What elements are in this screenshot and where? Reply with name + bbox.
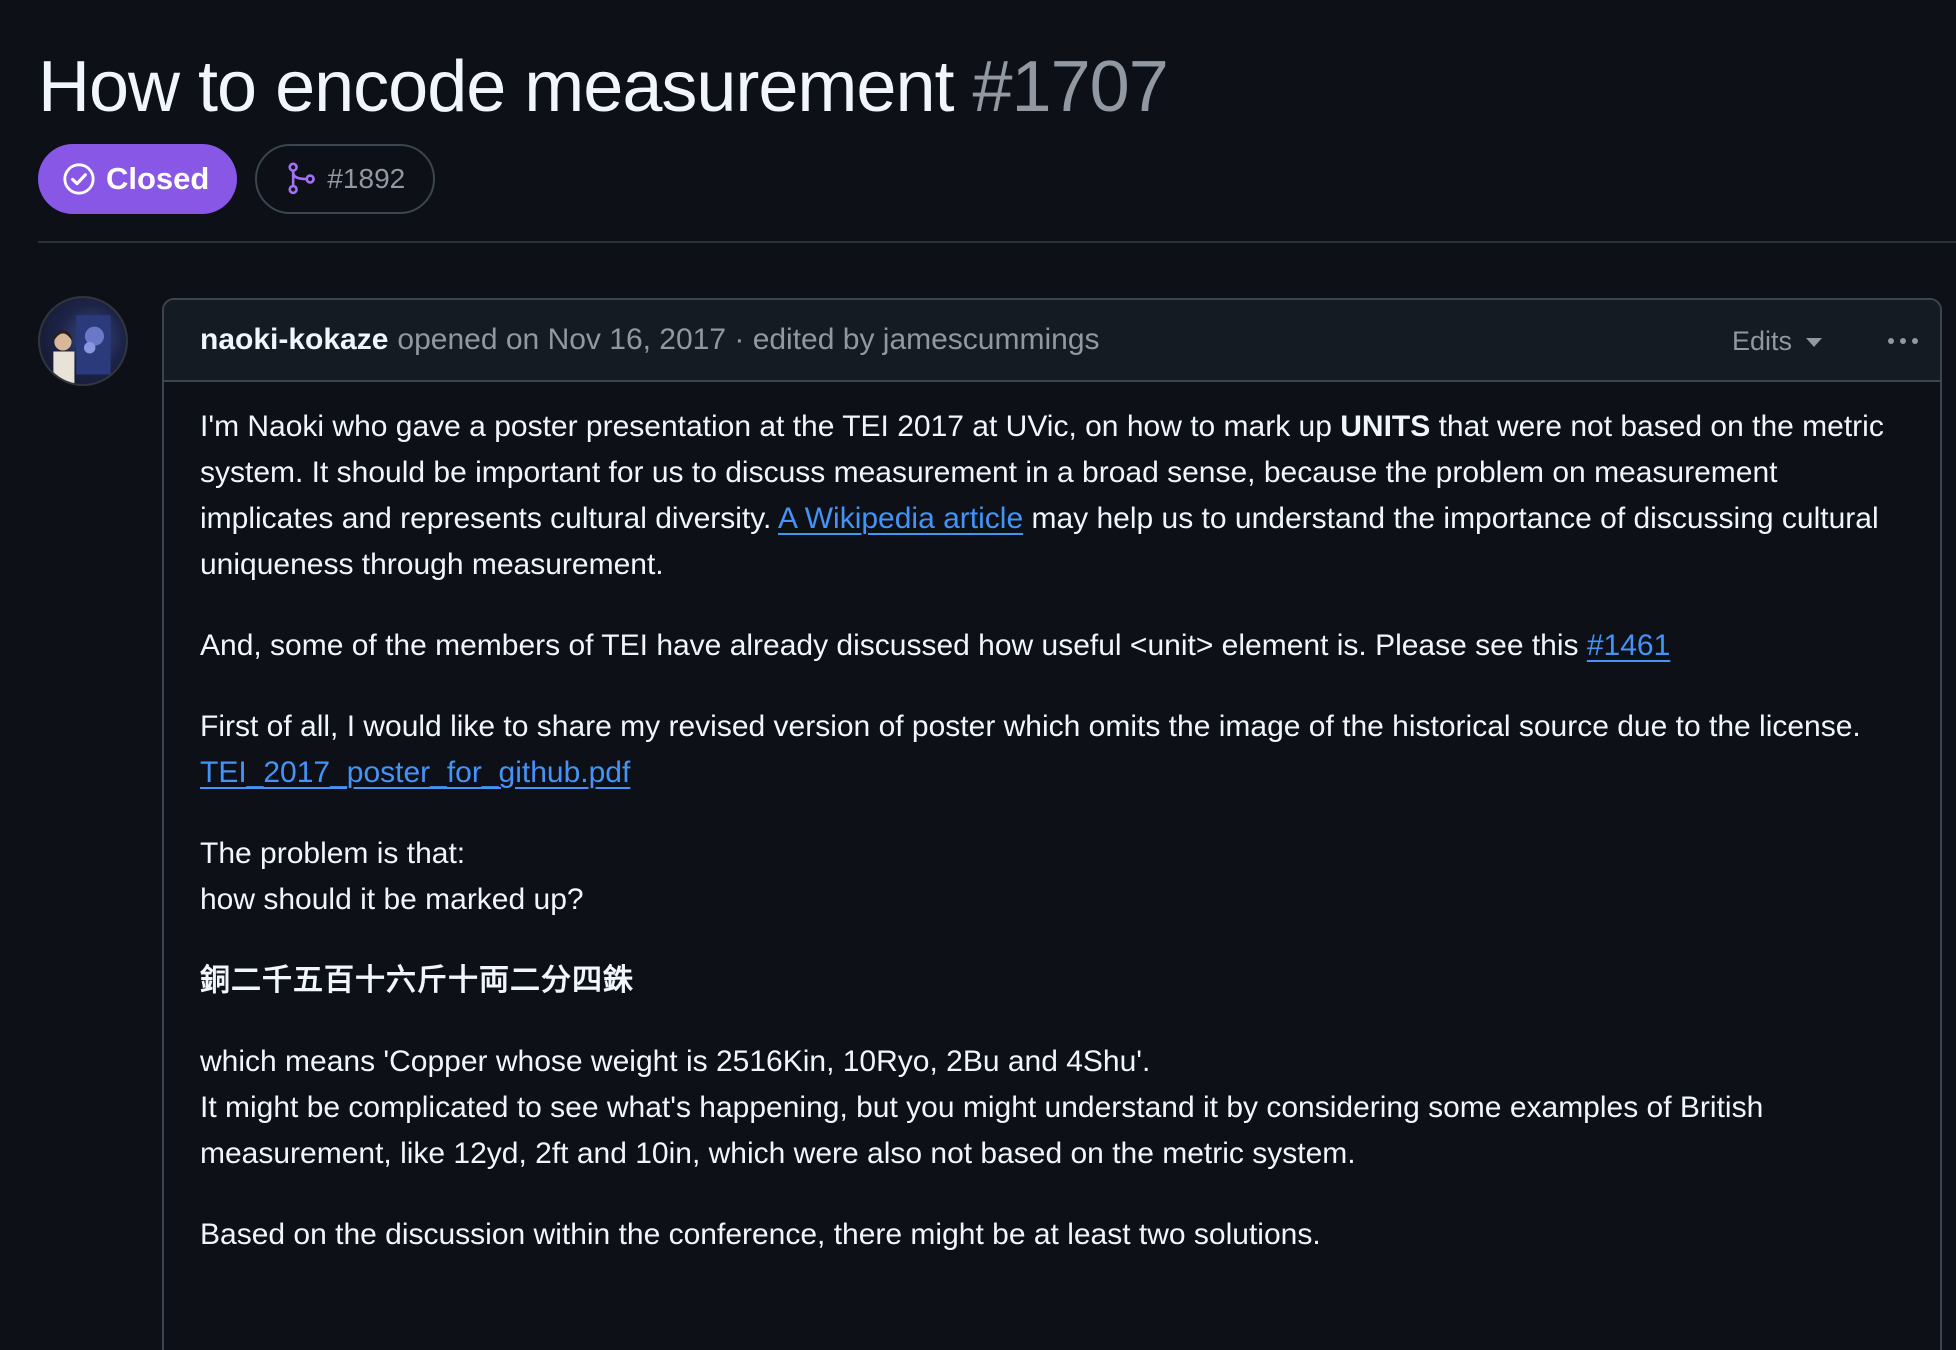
comment-body: I'm Naoki who gave a poster presentation…	[164, 382, 1940, 1258]
triangle-down-icon	[1806, 338, 1822, 347]
kebab-horizontal-icon	[1888, 338, 1894, 344]
issue-title-text: How to encode measurement	[38, 47, 954, 127]
check-circle-icon	[63, 163, 95, 195]
text-span: First of all, I would like to share my r…	[200, 710, 1861, 743]
text-span: I'm Naoki who gave a poster presentation…	[200, 410, 1341, 443]
comment-meta: opened on Nov 16, 2017 · edited by james…	[397, 323, 1100, 356]
poster-pdf-link[interactable]: TEI_2017_poster_for_github.pdf	[200, 756, 630, 789]
issue-page: How to encode measurement #1707 Closed #…	[0, 0, 1956, 1350]
paragraph-solutions: Based on the discussion within the confe…	[200, 1218, 1321, 1251]
avatar[interactable]	[38, 296, 128, 386]
header-divider	[38, 241, 1956, 243]
git-merge-icon	[288, 162, 316, 195]
paragraph-meaning: which means 'Copper whose weight is 2516…	[200, 1039, 1904, 1177]
status-badge: Closed	[38, 144, 238, 214]
comment-options-button[interactable]	[1888, 300, 1918, 382]
kebab-dot	[1912, 338, 1918, 344]
text-span: The problem is that:	[200, 837, 466, 870]
edits-label: Edits	[1731, 325, 1792, 356]
issue-comment: naoki-kokaze opened on Nov 16, 2017 · ed…	[162, 298, 1942, 1350]
comment-header: naoki-kokaze opened on Nov 16, 2017 · ed…	[164, 300, 1940, 382]
text-span: which means 'Copper whose weight is 2516…	[200, 1045, 1151, 1078]
text-span: how should it be marked up?	[200, 883, 584, 916]
paragraph-intro: I'm Naoki who gave a poster presentation…	[200, 404, 1904, 588]
paragraph-unit-element: And, some of the members of TEI have alr…	[200, 623, 1904, 669]
comment-author-link[interactable]: naoki-kokaze	[200, 323, 388, 357]
paragraph-poster: First of all, I would like to share my r…	[200, 704, 1904, 796]
kanji-example: 銅二千五百十六斤十両二分四銖	[200, 964, 634, 997]
issue-reference-link[interactable]: #1461	[1587, 629, 1670, 662]
text-span: And, some of the members of TEI have alr…	[200, 629, 1587, 662]
edits-dropdown[interactable]: Edits	[1732, 300, 1822, 382]
issue-title: How to encode measurement #1707	[38, 44, 1169, 130]
linked-pr-button[interactable]: #1892	[255, 144, 436, 214]
text-span: It might be complicated to see what's ha…	[200, 1091, 1764, 1170]
paragraph-problem: The problem is that: how should it be mar…	[200, 831, 1904, 923]
avatar-image	[53, 315, 111, 384]
bold-text: UNITS	[1340, 410, 1431, 443]
issue-state-row: Closed #1892	[38, 144, 436, 214]
issue-number: #1707	[972, 47, 1169, 127]
kebab-dot	[1900, 338, 1906, 344]
status-badge-label: Closed	[106, 161, 210, 196]
wikipedia-link[interactable]: A Wikipedia article	[778, 502, 1023, 535]
linked-pr-label: #1892	[327, 163, 406, 194]
